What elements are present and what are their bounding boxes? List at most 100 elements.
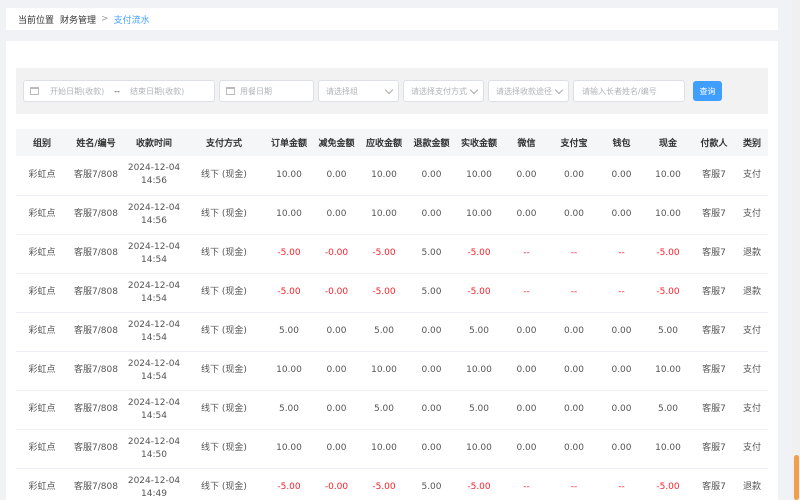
column-header: 实收金额 — [460, 139, 497, 149]
table-cell: -- — [570, 482, 578, 492]
table-cell: 0.00 — [326, 365, 347, 375]
table-cell: 2024-12-04 14:54 — [127, 241, 181, 265]
search-button[interactable]: 查询 — [693, 81, 722, 101]
meal-date-input[interactable]: 用餐日期 — [240, 86, 272, 97]
table-cell: 客服7 — [702, 248, 726, 258]
table-cell: 10.00 — [371, 365, 397, 375]
payment-method-select[interactable]: 请选择支付方式 — [403, 80, 484, 102]
table-cell: 客服7/808 — [74, 482, 118, 492]
table-cell: 10.00 — [371, 169, 397, 180]
table-row[interactable]: 彩虹点 客服7/808 2024-12-04 14:56 线下 (现金) 10.00 0.… — [16, 156, 768, 195]
table-cell: 2024-12-04 14:54 — [127, 397, 181, 421]
table-cell: 0.00 — [326, 443, 347, 453]
column-header: 现金 — [658, 139, 677, 149]
table-cell: 2024-12-04 14:54 — [127, 319, 181, 343]
table-cell: -5.00 — [656, 287, 680, 297]
table-cell: -- — [570, 287, 578, 297]
table-cell: 线下 (现金) — [201, 209, 247, 219]
table-cell: 10.00 — [276, 169, 302, 180]
table-cell: 支付 — [742, 443, 761, 453]
table-cell: 0.00 — [611, 365, 632, 375]
table-cell: 5.00 — [278, 404, 300, 414]
table-cell: 0.00 — [516, 404, 537, 414]
table-cell: 彩虹点 — [28, 169, 56, 180]
column-header: 类别 — [742, 139, 761, 149]
breadcrumb-item-finance[interactable]: 财务管理 — [60, 13, 96, 26]
column-header: 钱包 — [612, 139, 631, 149]
table-cell: -- — [618, 482, 625, 492]
table-cell: 0.00 — [611, 404, 632, 414]
column-header: 微信 — [517, 139, 536, 149]
page-scrollbar[interactable] — [792, 0, 800, 500]
column-header: 姓名/编号 — [76, 139, 116, 149]
table-row[interactable]: 彩虹点 客服7/808 2024-12-04 14:56 线下 (现金) 10.00 0.… — [16, 195, 768, 234]
payment-flow-table: 组别 姓名/编号 收款时间 支付方式 订单金额 减免金额 应收金额 退款金额 实收金额 微信 支付宝… — [16, 129, 768, 500]
meal-date-picker[interactable]: 用餐日期 — [219, 80, 314, 102]
table-row[interactable]: 彩虹点 客服7/808 2024-12-04 14:54 线下 (现金) -5.00 -0… — [16, 273, 768, 312]
table-cell: 0.00 — [563, 404, 585, 414]
table-row[interactable]: 彩虹点 客服7/808 2024-12-04 14:54 线下 (现金) 10.00 0.… — [16, 351, 768, 390]
table-cell: -0.00 — [324, 482, 349, 492]
table-cell: 2024-12-04 14:49 — [127, 475, 181, 499]
table-cell: 彩虹点 — [28, 443, 56, 453]
scrollbar-thumb[interactable] — [794, 455, 799, 500]
table-row[interactable]: 彩虹点 客服7/808 2024-12-04 14:54 线下 (现金) 5.00 0.0… — [16, 390, 768, 429]
table-cell: 客服7 — [702, 404, 726, 414]
table-cell: 0.00 — [516, 365, 537, 375]
table-cell: 线下 (现金) — [201, 443, 247, 453]
table-cell: 0.00 — [421, 404, 442, 414]
table-cell: 客服7/808 — [74, 404, 118, 414]
column-header: 支付方式 — [205, 139, 242, 149]
table-cell: 5.00 — [421, 287, 442, 297]
column-header: 组别 — [32, 139, 51, 149]
table-cell: 10.00 — [466, 169, 492, 180]
keyword-search-input[interactable]: 请输入长者姓名/编号 — [573, 80, 685, 102]
table-cell: 0.00 — [611, 326, 632, 336]
table-cell: 客服7 — [702, 482, 726, 492]
table-row[interactable]: 彩虹点 客服7/808 2024-12-04 14:50 线下 (现金) 10.00 0.… — [16, 429, 768, 468]
table-cell: -5.00 — [277, 248, 301, 258]
table-cell: 10.00 — [276, 443, 302, 453]
table-cell: -- — [618, 248, 625, 258]
table-cell: 客服7/808 — [74, 248, 118, 258]
payment-method-placeholder: 请选择支付方式 — [411, 86, 467, 96]
table-cell: 0.00 — [326, 326, 347, 336]
chevron-down-icon — [554, 85, 564, 95]
table-cell: -5.00 — [656, 248, 680, 258]
table-cell: -- — [618, 287, 625, 297]
end-date-input[interactable]: 结束日期(收款) — [130, 86, 184, 97]
table-cell: 0.00 — [611, 169, 632, 180]
table-cell: 2024-12-04 14:56 — [127, 202, 181, 226]
table-cell: 0.00 — [563, 326, 585, 336]
collection-channel-select[interactable]: 请选择收款途径 — [488, 80, 569, 102]
start-date-input[interactable]: 开始日期(收款) — [50, 86, 104, 97]
table-row[interactable]: 彩虹点 客服7/808 2024-12-04 14:49 线下 (现金) -5.00 -0… — [16, 468, 768, 500]
table-cell: 彩虹点 — [28, 404, 56, 414]
table-cell: -5.00 — [467, 287, 491, 297]
table-row[interactable]: 彩虹点 客服7/808 2024-12-04 14:54 线下 (现金) -5.00 -0… — [16, 234, 768, 273]
table-cell: -5.00 — [372, 248, 396, 258]
table-cell: 线下 (现金) — [201, 248, 247, 258]
table-cell: 5.00 — [421, 482, 442, 492]
breadcrumb-item-payment-flow[interactable]: 支付流水 — [114, 13, 150, 26]
chevron-down-icon — [469, 85, 479, 95]
collection-date-range-picker[interactable]: 开始日期(收款) -- 结束日期(收款) — [23, 80, 215, 102]
table-cell: 0.00 — [516, 326, 537, 336]
table-cell: -- — [570, 248, 578, 258]
table-cell: -5.00 — [372, 287, 396, 297]
table-cell: 10.00 — [655, 209, 681, 219]
breadcrumb-prefix: 当前位置 — [18, 15, 55, 26]
keyword-placeholder: 请输入长者姓名/编号 — [582, 86, 657, 96]
table-row[interactable]: 彩虹点 客服7/808 2024-12-04 14:54 线下 (现金) 5.00 0.0… — [16, 312, 768, 351]
table-cell: 5.00 — [373, 404, 395, 414]
table-cell: 0.00 — [611, 443, 632, 453]
table-cell: 支付 — [742, 326, 761, 336]
table-cell: -0.00 — [324, 248, 349, 258]
table-cell: 客服7 — [702, 443, 726, 453]
table-cell: 客服7 — [702, 209, 726, 219]
group-select[interactable]: 请选择组 — [318, 80, 399, 102]
table-cell: 2024-12-04 14:54 — [127, 280, 181, 304]
table-cell: 线下 (现金) — [201, 365, 247, 375]
table-cell: 0.00 — [563, 169, 585, 180]
table-cell: 5.00 — [421, 248, 442, 258]
